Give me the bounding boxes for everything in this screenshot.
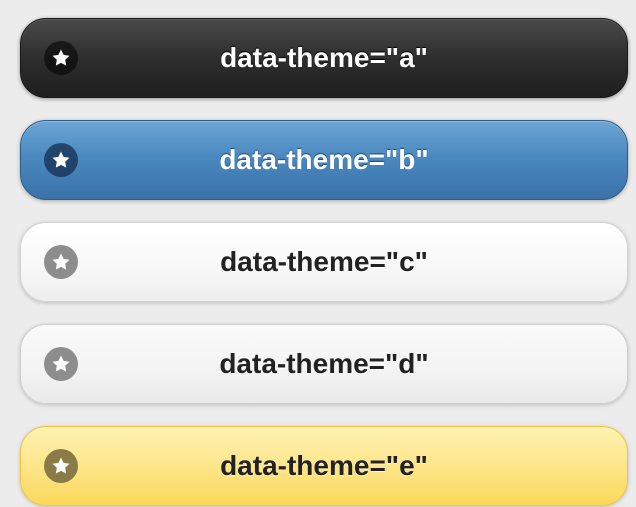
star-icon: [44, 245, 78, 279]
theme-b-label: data-theme="b": [219, 144, 429, 175]
theme-e-label: data-theme="e": [220, 450, 428, 481]
star-icon: [44, 41, 78, 75]
theme-d-button[interactable]: data-theme="d": [20, 324, 628, 404]
theme-c-button[interactable]: data-theme="c": [20, 222, 628, 302]
theme-a-button[interactable]: data-theme="a": [20, 18, 628, 98]
button-theme-list: data-theme="a" data-theme="b" data-theme…: [0, 0, 636, 507]
star-icon: [44, 347, 78, 381]
theme-e-button[interactable]: data-theme="e": [20, 426, 628, 506]
theme-a-label: data-theme="a": [220, 42, 428, 73]
star-icon: [44, 449, 78, 483]
theme-b-button[interactable]: data-theme="b": [20, 120, 628, 200]
star-icon: [44, 143, 78, 177]
theme-c-label: data-theme="c": [220, 246, 428, 277]
theme-d-label: data-theme="d": [219, 348, 429, 379]
